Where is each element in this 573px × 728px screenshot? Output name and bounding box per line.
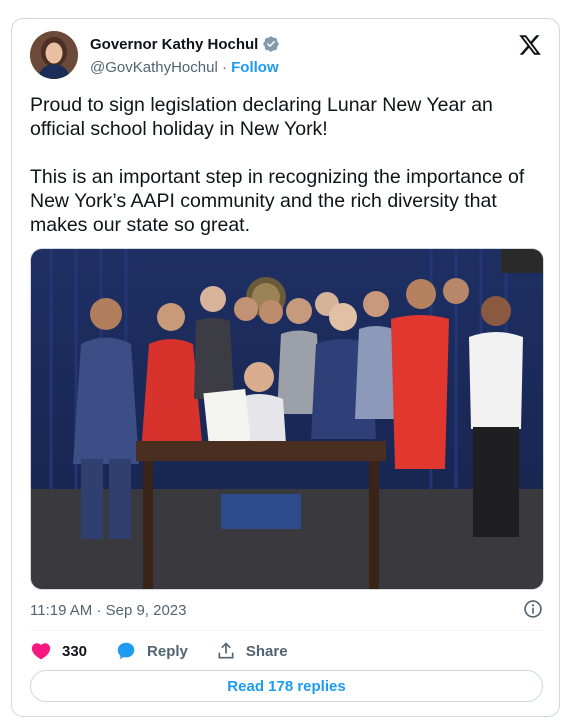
reply-icon — [117, 642, 135, 660]
tweet-photo[interactable] — [30, 248, 544, 590]
author-handle-row: @GovKathyHochul · Follow — [90, 59, 279, 76]
divider — [30, 630, 543, 631]
share-label: Share — [245, 642, 288, 660]
tweet-actions: 330 Reply Share — [30, 639, 316, 663]
handle-separator: · — [221, 59, 227, 76]
share-button[interactable]: Share — [216, 641, 288, 661]
verified-badge-icon — [263, 36, 280, 52]
x-logo-icon[interactable] — [517, 33, 543, 57]
author-handle[interactable]: @GovKathyHochul — [90, 59, 218, 76]
tweet-card[interactable]: Governor Kathy Hochul @GovKathyHochul · … — [11, 18, 560, 717]
follow-button[interactable]: Follow — [231, 59, 279, 76]
like-button[interactable]: 330 — [30, 640, 87, 662]
like-count: 330 — [62, 642, 88, 660]
reply-label: Reply — [147, 642, 188, 660]
author-name[interactable]: Governor Kathy Hochul — [90, 36, 258, 53]
reply-button[interactable]: Reply — [115, 640, 188, 662]
share-icon — [218, 642, 234, 659]
author-name-row: Governor Kathy Hochul — [90, 35, 280, 53]
heart-icon — [31, 643, 51, 660]
avatar[interactable] — [30, 31, 78, 79]
signing-ceremony-photo — [31, 249, 543, 589]
tweet-text: Proud to sign legislation declaring Luna… — [30, 94, 525, 236]
info-icon[interactable] — [523, 599, 543, 619]
read-replies-button[interactable]: Read 178 replies — [30, 670, 543, 702]
tweet-timestamp[interactable]: 11:19 AM · Sep 9, 2023 — [30, 602, 187, 619]
